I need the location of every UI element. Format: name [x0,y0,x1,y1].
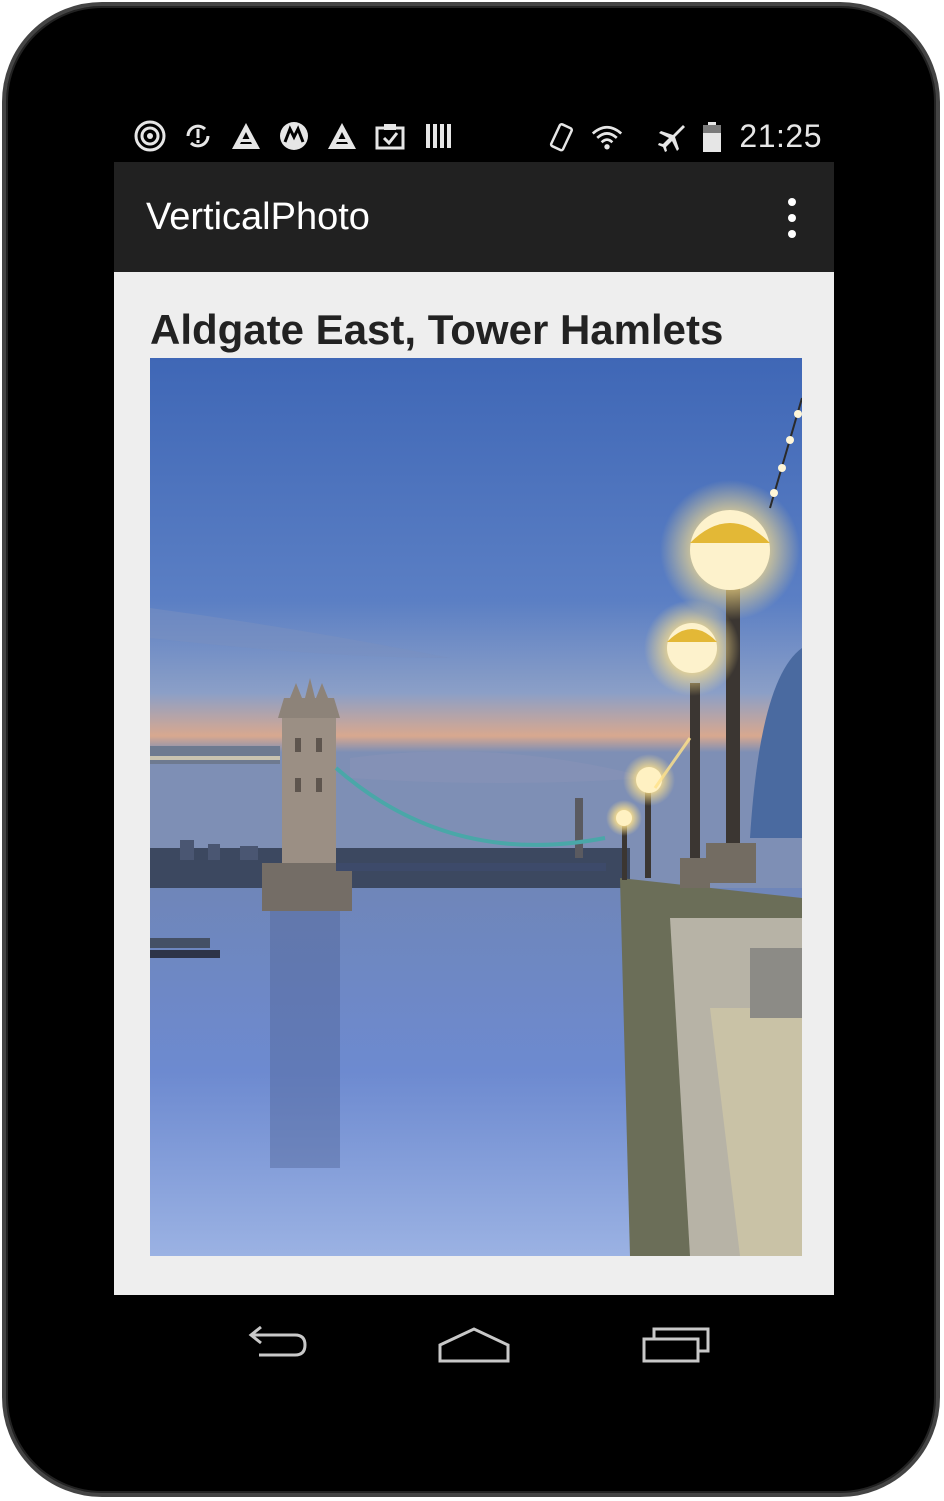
vibrate-icon [545,121,577,153]
overflow-menu-icon[interactable] [780,198,804,238]
photo-title: Aldgate East, Tower Hamlets [150,306,724,353]
triangle-logo-icon [230,120,262,152]
status-clock: 21:25 [739,118,822,154]
barcode-icon [422,120,454,152]
status-bar: 21:25 [114,110,834,162]
screen: 21:25 VerticalPhoto Aldgate East, Tower … [114,110,834,1295]
app-title: VerticalPhoto [146,196,370,238]
motorola-icon [278,120,310,152]
sync-alert-icon [182,120,214,152]
system-icons: 21:25 [545,118,822,155]
notification-icons [134,120,454,152]
action-bar: VerticalPhoto [114,162,834,272]
recents-icon[interactable] [631,1315,721,1375]
clipboard-check-icon [374,120,406,152]
navigation-bar [114,1295,834,1405]
home-icon[interactable] [429,1315,519,1375]
content-area: Aldgate East, Tower Hamlets [114,272,834,1295]
wifi-icon [591,121,623,153]
target-icon [134,120,166,152]
tower-bridge-photo [150,358,802,1256]
back-icon[interactable] [229,1315,319,1375]
airplane-icon [655,121,687,153]
triangle-logo-icon [326,120,358,152]
battery-icon [701,121,723,153]
